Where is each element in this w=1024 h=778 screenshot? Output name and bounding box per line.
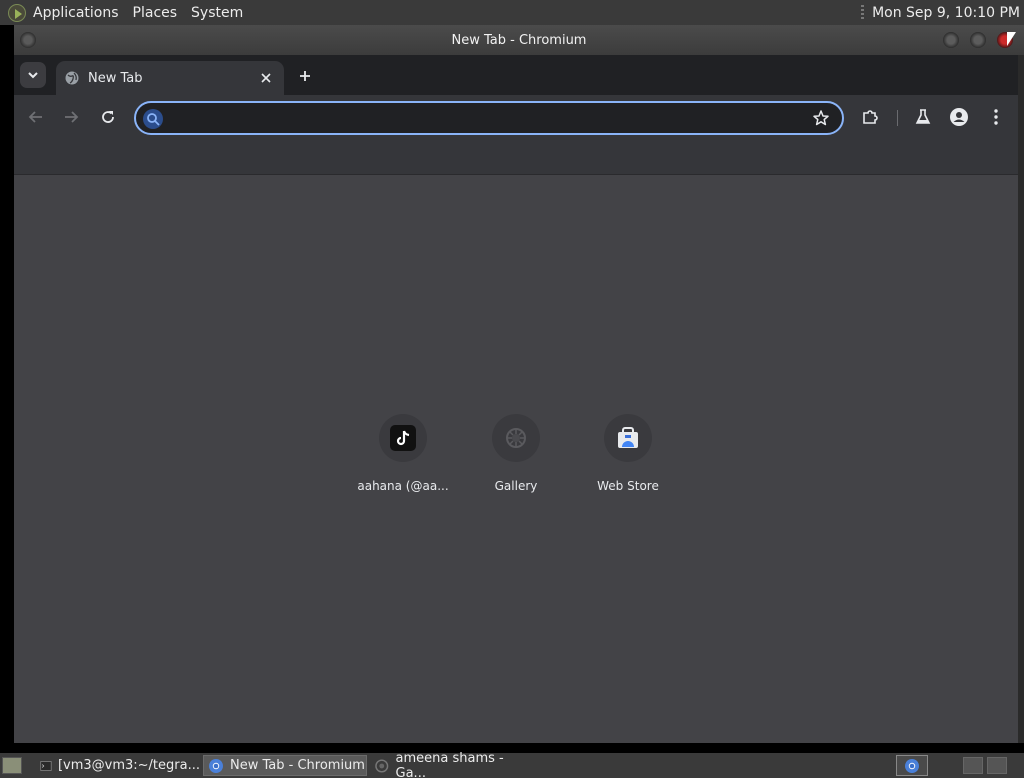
top-panel: Applications Places System Mon Sep 9, 10… (0, 0, 1024, 25)
toolbar (14, 95, 1018, 140)
labs-button[interactable] (911, 105, 935, 129)
window-titlebar[interactable]: New Tab - Chromium (14, 25, 1024, 55)
mouse-cursor-icon (1007, 32, 1016, 46)
toolbar-divider (897, 110, 898, 126)
plus-icon (300, 71, 310, 81)
shortcut-tile[interactable]: Gallery (466, 414, 566, 504)
chromium-window: New Tab aahana (@aa... Gallery Web Store (14, 55, 1018, 743)
applications-logo-icon[interactable] (8, 3, 26, 22)
shortcut-icon-circle (492, 414, 540, 462)
new-tab-page: aahana (@aa... Gallery Web Store (14, 176, 1018, 743)
maximize-button[interactable] (970, 32, 986, 48)
gallery-icon (506, 428, 526, 448)
task-label: ameena shams - Ga... (395, 750, 504, 778)
bookmark-star-icon[interactable] (812, 109, 830, 127)
more-vert-icon (994, 109, 998, 125)
omnibox[interactable] (134, 101, 844, 135)
applications-menu[interactable]: Applications (26, 0, 126, 25)
tab-title: New Tab (88, 70, 143, 86)
chromium-icon (905, 758, 919, 773)
shortcut-icon-circle (604, 414, 652, 462)
tiktok-icon (390, 425, 416, 451)
new-tab-button[interactable] (294, 65, 316, 87)
forward-button[interactable] (59, 105, 83, 129)
window-edge (1018, 55, 1024, 743)
task-label: [vm3@vm3:~/tegra... (57, 758, 200, 773)
close-icon (261, 73, 271, 83)
shortcut-icon-circle (379, 414, 427, 462)
places-menu[interactable]: Places (126, 0, 185, 25)
back-button[interactable] (24, 105, 48, 129)
shortcut-label: aahana (@aa... (357, 479, 449, 493)
panel-menu: Applications Places System (0, 0, 250, 25)
shortcut-label: Gallery (494, 479, 538, 493)
shortcut-label: Web Store (597, 479, 659, 493)
arrow-left-icon (28, 111, 42, 123)
workspace-switcher-2[interactable] (987, 757, 1007, 774)
bookmarks-bar (14, 140, 1018, 175)
extensions-button[interactable] (858, 105, 882, 129)
clock[interactable]: Mon Sep 9, 10:10 PM (872, 5, 1020, 21)
taskbar: [vm3@vm3:~/tegra... New Tab - Chromium a… (0, 751, 1024, 778)
profile-button[interactable] (947, 105, 971, 129)
tab-strip: New Tab (14, 55, 1018, 95)
globe-icon (65, 71, 79, 85)
gallery-icon (375, 758, 389, 773)
show-desktop-icon[interactable] (2, 757, 22, 774)
flask-icon (915, 109, 931, 124)
taskbar-item-terminal[interactable]: [vm3@vm3:~/tegra... (36, 755, 200, 776)
tab-close-button[interactable] (256, 68, 276, 88)
reload-button[interactable] (96, 105, 120, 129)
minimize-button[interactable] (943, 32, 959, 48)
shortcut-tile[interactable]: aahana (@aa... (353, 414, 453, 504)
clock-area: Mon Sep 9, 10:10 PM (861, 4, 1024, 21)
address-input[interactable] (170, 107, 800, 129)
chevron-down-icon (28, 72, 38, 79)
search-icon (143, 109, 163, 129)
taskbar-item-gallery[interactable]: ameena shams - Ga... (370, 751, 534, 778)
panel-separator (861, 4, 865, 21)
avatar-icon (950, 108, 968, 126)
chromium-icon (209, 758, 223, 773)
window-menu-icon[interactable] (20, 32, 36, 48)
web-store-icon (618, 427, 638, 448)
tab-new-tab[interactable]: New Tab (56, 61, 284, 95)
arrow-right-icon (65, 111, 79, 123)
task-label: New Tab - Chromium (230, 758, 365, 773)
terminal-icon (40, 760, 52, 771)
tab-search-button[interactable] (20, 62, 46, 88)
workspace-switcher-1[interactable] (963, 757, 983, 774)
taskbar-item-chromium[interactable]: New Tab - Chromium (203, 755, 367, 776)
system-menu[interactable]: System (184, 0, 250, 25)
reload-icon (102, 111, 114, 123)
tray-chromium[interactable] (896, 755, 928, 776)
puzzle-icon (863, 110, 878, 124)
window-title: New Tab - Chromium (451, 32, 587, 48)
menu-button[interactable] (984, 105, 1008, 129)
shortcut-tile[interactable]: Web Store (578, 414, 678, 504)
